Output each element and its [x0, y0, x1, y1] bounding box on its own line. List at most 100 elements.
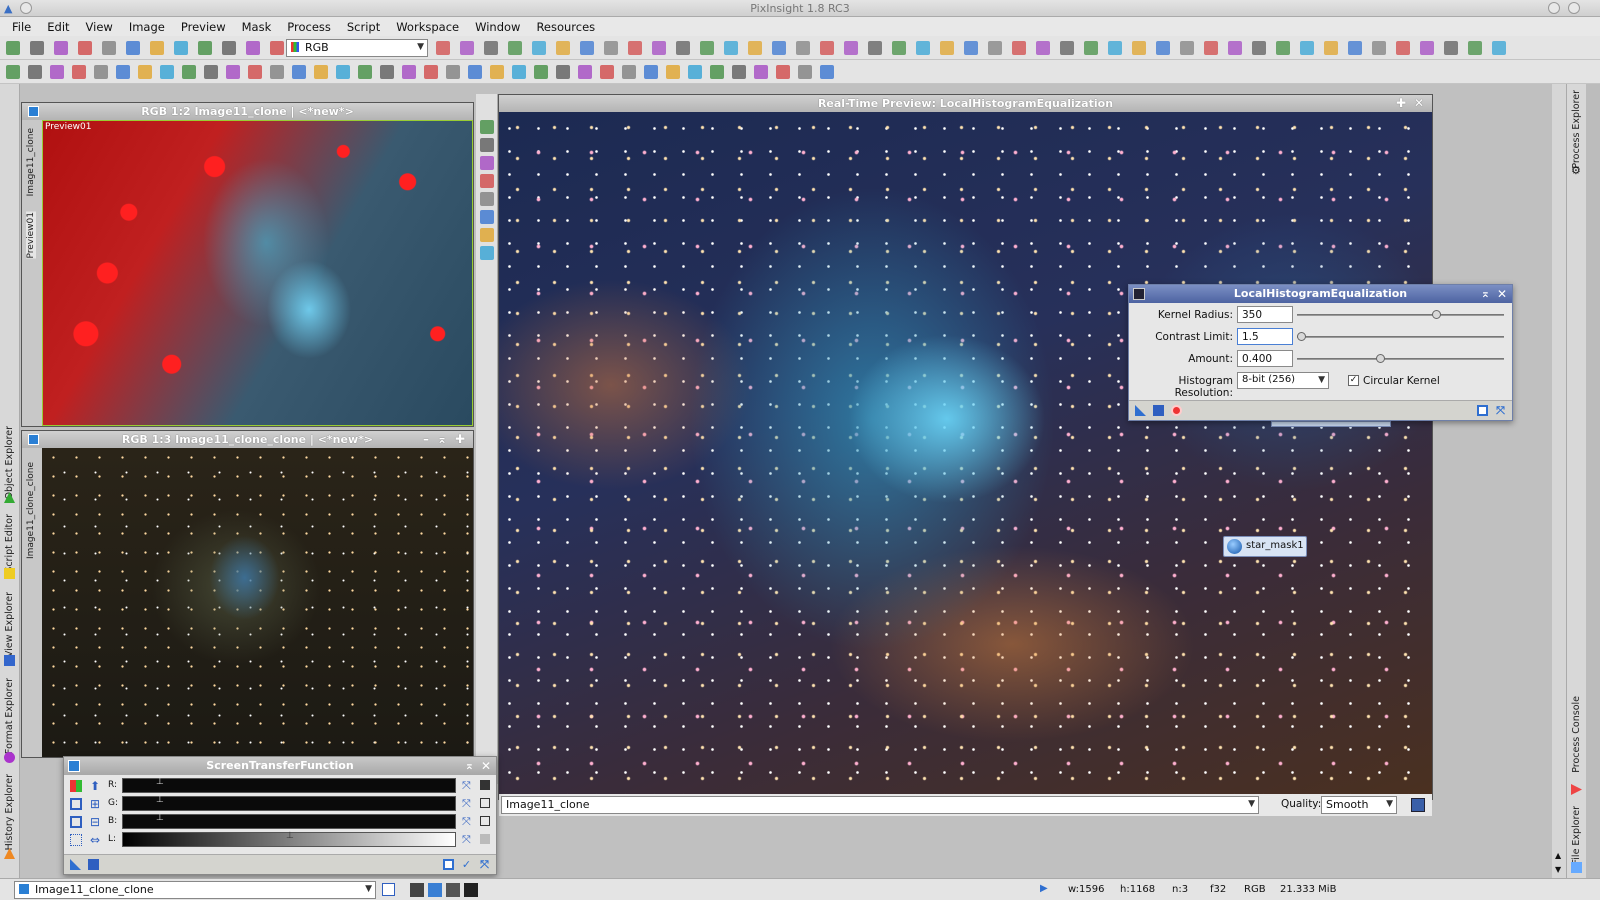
mask-icon[interactable]: [1084, 41, 1098, 55]
close-icon[interactable]: ✕: [1497, 285, 1507, 303]
amount-input[interactable]: 0.400: [1237, 350, 1293, 367]
redo-icon[interactable]: [676, 41, 690, 55]
r-channel-icon[interactable]: [480, 156, 494, 170]
view-properties-icon[interactable]: [382, 883, 395, 896]
grid-icon[interactable]: [1204, 41, 1218, 55]
tab-image11-clone[interactable]: Image11_clone: [26, 128, 36, 196]
curves-icon[interactable]: [50, 65, 64, 79]
midtone-marker-icon[interactable]: ⊥: [156, 795, 164, 805]
menu-image[interactable]: Image: [121, 20, 173, 34]
new-instance-icon[interactable]: [70, 859, 81, 870]
zoom-in-icon[interactable]: [532, 41, 546, 55]
zoom-out-icon[interactable]: ⊟: [90, 815, 100, 829]
stf-l-slider[interactable]: ⊥: [122, 831, 456, 847]
display-mode-normal-icon[interactable]: [410, 883, 424, 897]
circle-icon[interactable]: [732, 65, 746, 79]
save-icon[interactable]: [1012, 41, 1026, 55]
cursor-icon[interactable]: [480, 138, 494, 152]
image-view-canvas[interactable]: Preview01: [42, 120, 473, 426]
preview-options-icon[interactable]: [1411, 798, 1425, 812]
menu-window[interactable]: Window: [467, 20, 528, 34]
play-icon[interactable]: [446, 65, 460, 79]
amount-slider[interactable]: [1297, 354, 1504, 363]
scroll-down-icon[interactable]: ▼: [1555, 865, 1561, 874]
square-icon[interactable]: [754, 65, 768, 79]
zoom-out-icon[interactable]: [1420, 41, 1434, 55]
preview-icon[interactable]: [246, 41, 260, 55]
star-icon[interactable]: [424, 65, 438, 79]
new-icon[interactable]: [748, 41, 762, 55]
triangle-icon[interactable]: [512, 65, 526, 79]
rotate-icon[interactable]: [380, 65, 394, 79]
display-mode-black-icon[interactable]: [464, 883, 478, 897]
mask-icon[interactable]: [1372, 41, 1386, 55]
menu-file[interactable]: File: [4, 20, 39, 34]
maximize-icon[interactable]: ✚: [1396, 95, 1406, 112]
open-icon[interactable]: [700, 41, 714, 55]
zoom-b-icon[interactable]: ⤧: [462, 815, 471, 829]
scroll-up-icon[interactable]: ▲: [1555, 851, 1561, 860]
image-window-titlebar[interactable]: RGB 1:3 Image11_clone_clone | <*new*> – …: [22, 431, 473, 448]
workspace-vertical-scrollbar[interactable]: ▲ ▼: [1552, 84, 1566, 878]
mask-icon[interactable]: [796, 41, 810, 55]
close-button[interactable]: [1568, 2, 1580, 14]
slider-knob[interactable]: [1431, 310, 1441, 319]
circle-icon[interactable]: [468, 65, 482, 79]
object-explorer-tab[interactable]: Object Explorer: [4, 426, 15, 500]
documentation-icon[interactable]: [1477, 405, 1488, 416]
stf-r-slider[interactable]: ⊥: [122, 777, 456, 793]
curves-icon[interactable]: [314, 65, 328, 79]
format-explorer-tab[interactable]: Format Explorer: [4, 678, 15, 754]
save-icon[interactable]: [78, 41, 92, 55]
menu-view[interactable]: View: [78, 20, 121, 34]
realtime-preview-icon[interactable]: [1171, 405, 1182, 416]
apply-global-icon[interactable]: [88, 859, 99, 870]
process-icon[interactable]: [820, 65, 834, 79]
reset-r-icon[interactable]: [480, 780, 490, 790]
close-icon[interactable]: ✕: [1414, 95, 1424, 112]
grid-icon[interactable]: [1492, 41, 1506, 55]
redo-icon[interactable]: [1252, 41, 1266, 55]
menu-process[interactable]: Process: [279, 20, 339, 34]
new-icon[interactable]: [102, 41, 116, 55]
display-mode-dark-icon[interactable]: [446, 883, 460, 897]
zoom-out-icon[interactable]: [556, 41, 570, 55]
process-icon[interactable]: [292, 65, 306, 79]
scroll-icon[interactable]: ⇔: [90, 833, 100, 847]
maximize-icon[interactable]: ✚: [455, 431, 465, 448]
g-channel-icon[interactable]: [480, 174, 494, 188]
menu-preview[interactable]: Preview: [173, 20, 234, 34]
checkmark-icon[interactable]: ✓: [461, 859, 472, 870]
script-icon[interactable]: [270, 65, 284, 79]
rgb-icon[interactable]: [480, 210, 494, 224]
rotate-icon[interactable]: [644, 65, 658, 79]
undo-icon[interactable]: [1228, 41, 1242, 55]
stf-dialog[interactable]: ScreenTransferFunction ⌅ ✕ ⬆ R: ⊥ ⤧ ⊞ G:…: [63, 756, 497, 875]
new-icon[interactable]: [1036, 41, 1050, 55]
slider-knob[interactable]: [1297, 332, 1307, 341]
process-explorer-tab[interactable]: Process Explorer: [1571, 90, 1582, 169]
grid-icon[interactable]: [70, 834, 82, 846]
stf-dialog-titlebar[interactable]: ScreenTransferFunction ⌅ ✕: [64, 757, 496, 775]
fit-icon[interactable]: [1156, 41, 1170, 55]
script-icon[interactable]: [534, 65, 548, 79]
crop-icon[interactable]: [402, 65, 416, 79]
histogram-resolution-select[interactable]: 8-bit (256) ▼: [1237, 372, 1329, 389]
channel-2-icon[interactable]: [70, 816, 82, 828]
lhe-dialog[interactable]: LocalHistogramEqualization ⌅ ✕ Kernel Ra…: [1128, 284, 1513, 421]
new-instance-icon[interactable]: [1135, 405, 1146, 416]
slider-knob[interactable]: [1375, 354, 1385, 363]
contrast-limit-slider[interactable]: [1297, 332, 1504, 341]
zoom-out-icon[interactable]: [1132, 41, 1146, 55]
histogram-icon[interactable]: [72, 65, 86, 79]
channel-1-icon[interactable]: [70, 798, 82, 810]
file-explorer-tab[interactable]: File Explorer: [1571, 806, 1582, 864]
circular-kernel-checkbox[interactable]: ✓: [1348, 375, 1359, 386]
histogram-icon[interactable]: [336, 65, 350, 79]
process-console-tab[interactable]: Process Console: [1571, 696, 1582, 773]
play-icon[interactable]: ▶: [1040, 883, 1048, 894]
zoom-in-icon[interactable]: ⊞: [90, 797, 100, 811]
image-window-image11-clone-clone[interactable]: RGB 1:3 Image11_clone_clone | <*new*> – …: [21, 430, 474, 758]
fit-icon[interactable]: [1444, 41, 1458, 55]
midtone-marker-icon[interactable]: ⊥: [286, 831, 294, 841]
